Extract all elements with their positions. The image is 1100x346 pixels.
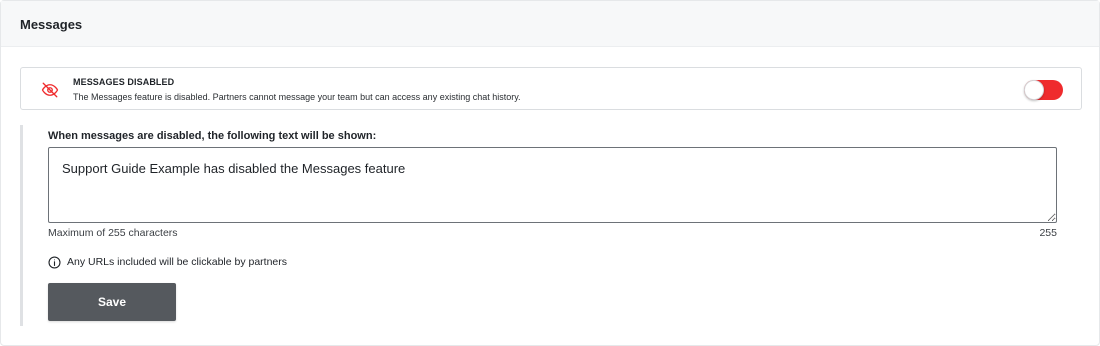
banner-title: MESSAGES DISABLED (73, 77, 175, 87)
messages-enabled-toggle[interactable] (1024, 80, 1063, 100)
url-info-text: Any URLs included will be clickable by p… (67, 256, 288, 268)
disabled-message-section: When messages are disabled, the followin… (20, 125, 1082, 326)
eye-off-icon (41, 82, 59, 98)
banner-description: The Messages feature is disabled. Partne… (73, 92, 521, 102)
toggle-knob (1024, 80, 1044, 100)
character-limit-hint: Maximum of 255 characters (48, 227, 178, 239)
info-icon (48, 255, 61, 269)
disabled-message-label: When messages are disabled, the followin… (48, 130, 377, 142)
url-info-note: Any URLs included will be clickable by p… (48, 255, 287, 269)
disabled-message-textarea[interactable] (48, 147, 1057, 223)
card-title: Messages (1, 1, 1099, 47)
character-count: 255 (1039, 227, 1057, 239)
messages-settings-card: Messages MESSAGES DISABLED The Messages … (0, 0, 1100, 346)
messages-status-banner: MESSAGES DISABLED The Messages feature i… (20, 67, 1082, 110)
save-button[interactable]: Save (48, 283, 176, 321)
